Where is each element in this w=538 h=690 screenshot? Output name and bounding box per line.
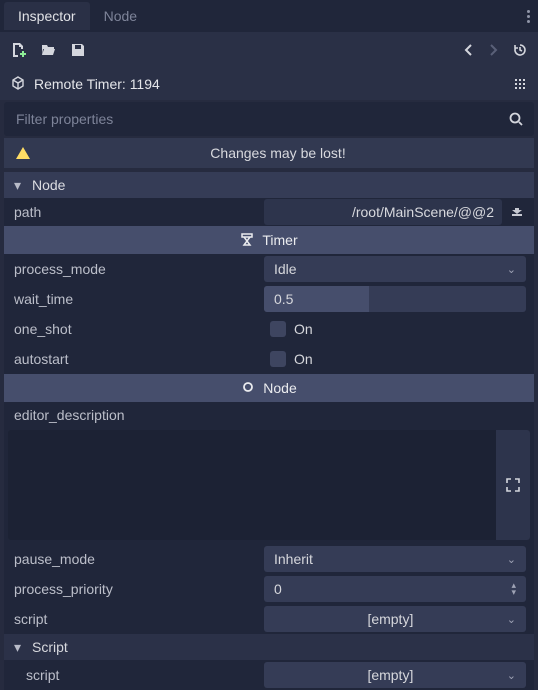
prop-process-priority-label: process_priority (4, 581, 264, 597)
prop-autostart-text: On (294, 351, 313, 367)
spinner-arrows-icon: ▴▾ (511, 582, 516, 596)
prop-script-dropdown[interactable]: [empty] ⌄ (264, 606, 526, 632)
prop-one-shot-checkbox[interactable] (270, 321, 286, 337)
object-properties-icon[interactable] (512, 76, 528, 92)
new-resource-icon[interactable] (10, 42, 26, 58)
prop-editor-description-label: editor_description (4, 407, 264, 423)
prop-autostart-checkbox[interactable] (270, 351, 286, 367)
warning-text: Changes may be lost! (32, 145, 524, 161)
history-forward-icon[interactable] (488, 43, 498, 57)
prop-wait-time-input[interactable]: 0.5 (264, 286, 526, 312)
prop-process-mode-dropdown[interactable]: Idle ⌄ (264, 256, 526, 282)
category-timer-label: Timer (262, 232, 297, 248)
chevron-down-icon: ▾ (14, 177, 28, 194)
prop-script2-label: script (4, 667, 264, 683)
section-node[interactable]: ▾ Node (4, 172, 534, 198)
category-timer[interactable]: Timer (4, 226, 534, 254)
chevron-down-icon: ⌄ (507, 553, 516, 566)
save-resource-icon[interactable] (70, 42, 86, 58)
expand-icon[interactable] (496, 430, 530, 540)
prop-one-shot-label: one_shot (4, 321, 264, 337)
node-dot-icon (241, 380, 255, 397)
history-icon[interactable] (512, 42, 528, 58)
search-icon[interactable] (508, 111, 524, 127)
assign-path-icon[interactable] (506, 205, 528, 219)
chevron-down-icon: ⌄ (507, 669, 516, 682)
tab-inspector[interactable]: Inspector (4, 2, 90, 30)
prop-pause-mode-dropdown[interactable]: Inherit ⌄ (264, 546, 526, 572)
prop-editor-description-input[interactable] (8, 430, 496, 540)
chevron-down-icon: ⌄ (507, 613, 516, 626)
timer-icon (240, 232, 254, 249)
prop-process-priority-input[interactable]: 0 ▴▾ (264, 576, 526, 602)
prop-path-value[interactable]: /root/MainScene/@@2 (264, 199, 502, 225)
prop-process-mode-label: process_mode (4, 261, 264, 277)
prop-script-label: script (4, 611, 264, 627)
filter-properties-input[interactable] (8, 111, 508, 127)
open-resource-icon[interactable] (40, 42, 56, 58)
history-back-icon[interactable] (464, 43, 474, 57)
chevron-down-icon: ▾ (14, 639, 28, 656)
category-node-label: Node (263, 380, 296, 396)
prop-path-label: path (4, 204, 264, 220)
category-node[interactable]: Node (4, 374, 534, 402)
prop-autostart-label: autostart (4, 351, 264, 367)
tab-node[interactable]: Node (90, 2, 151, 30)
prop-pause-mode-label: pause_mode (4, 551, 264, 567)
warning-icon (14, 145, 32, 161)
node-type-icon (10, 75, 26, 94)
panel-menu-button[interactable] (518, 10, 538, 23)
chevron-down-icon: ⌄ (507, 263, 516, 276)
prop-one-shot-text: On (294, 321, 313, 337)
prop-wait-time-label: wait_time (4, 291, 264, 307)
section-script[interactable]: ▾ Script (4, 634, 534, 660)
object-name: Remote Timer: 1194 (34, 76, 160, 92)
prop-script2-dropdown[interactable]: [empty] ⌄ (264, 662, 526, 688)
